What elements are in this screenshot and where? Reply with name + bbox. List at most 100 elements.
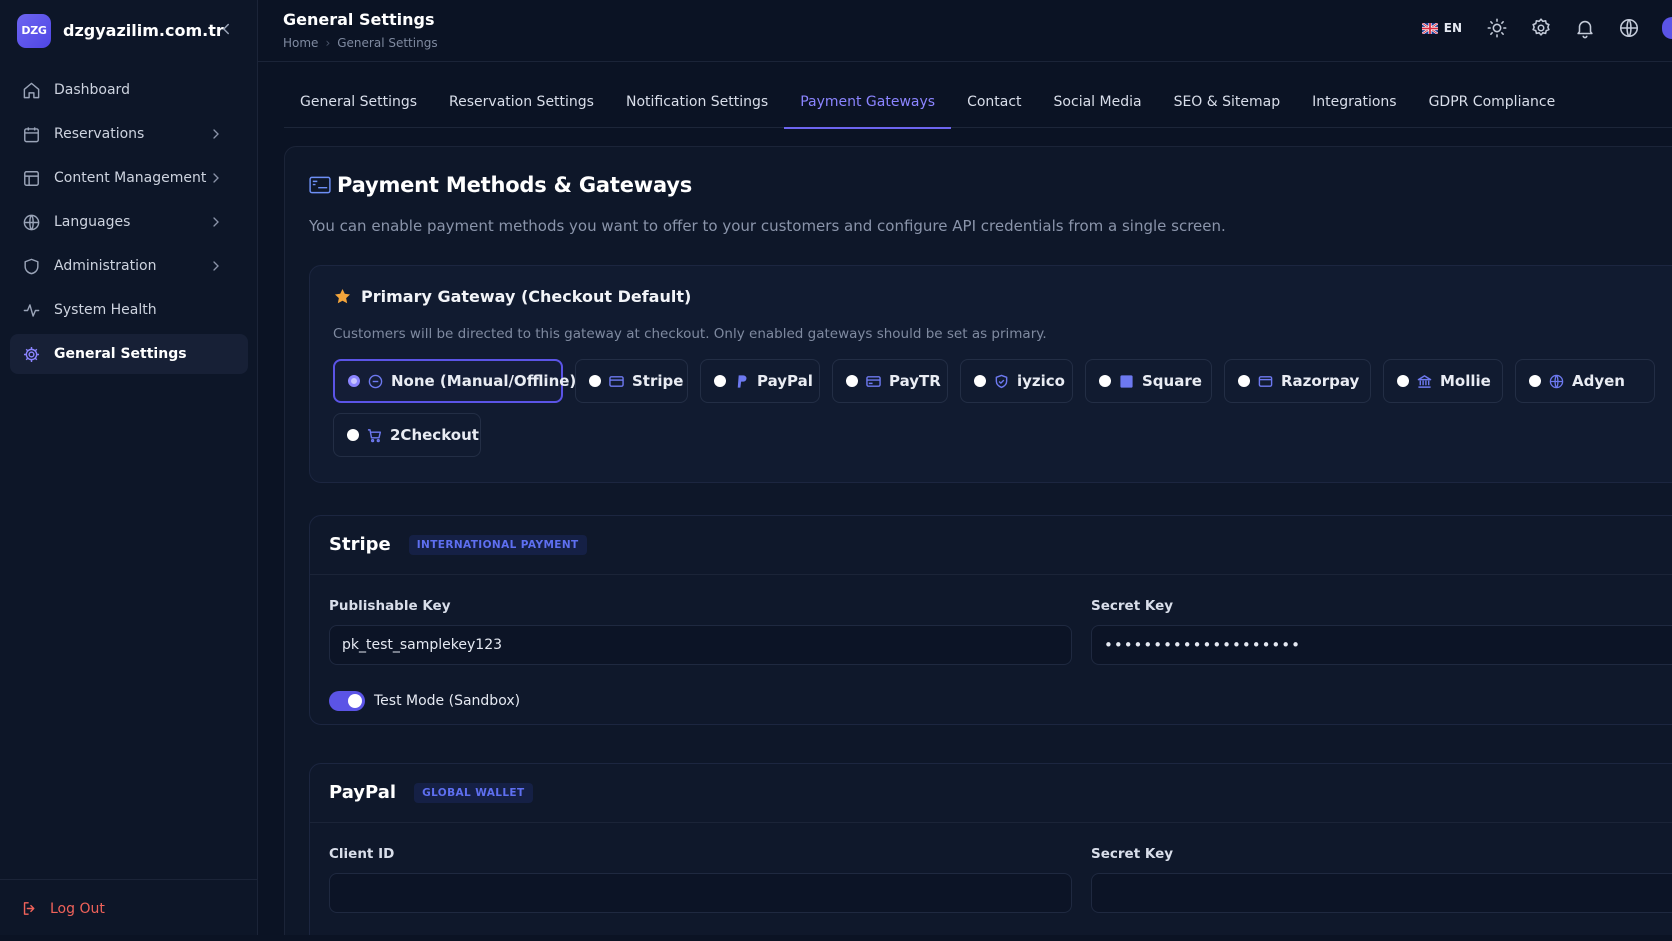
- home-icon: [22, 81, 41, 100]
- client-id-input[interactable]: [329, 873, 1072, 913]
- layout-icon: [22, 169, 41, 188]
- brand-logo: DZG: [17, 13, 51, 48]
- paypal-card-header: PayPal GLOBAL WALLET: [329, 782, 533, 803]
- language-switcher[interactable]: EN: [1421, 21, 1462, 35]
- test-mode-label: Test Mode (Sandbox): [374, 693, 521, 709]
- bottom-edge: [0, 935, 1672, 941]
- tab-general-settings[interactable]: General Settings: [284, 86, 433, 128]
- radio-button[interactable]: [1529, 375, 1541, 387]
- cart-icon: [367, 428, 382, 442]
- breadcrumb: Home › General Settings: [283, 36, 438, 50]
- gateway-option-paytr[interactable]: PayTR: [832, 359, 948, 403]
- radio-button[interactable]: [589, 375, 601, 387]
- brand-name: dzgyazilim.com.tr: [63, 21, 224, 40]
- gateway-option-none[interactable]: None (Manual/Offline): [333, 359, 576, 403]
- paypal-title: PayPal: [329, 782, 397, 803]
- tab-payment-gateways[interactable]: Payment Gateways: [784, 86, 951, 129]
- divider: [310, 574, 1672, 575]
- sidebar-footer: Log Out: [0, 879, 258, 941]
- website-globe-icon[interactable]: [1618, 17, 1640, 39]
- chevron-right-icon: [208, 258, 224, 274]
- primary-gateway-description: Customers will be directed to this gatew…: [333, 326, 1047, 342]
- stripe-gateway-card: Stripe INTERNATIONAL PAYMENT Publishable…: [309, 515, 1672, 725]
- radio-button[interactable]: [347, 429, 359, 441]
- secret-key-input[interactable]: ••••••••••••••••••••: [1091, 625, 1672, 665]
- sidebar-item-label: System Health: [54, 302, 157, 318]
- primary-gateway-header: Primary Gateway (Checkout Default): [333, 287, 691, 306]
- notifications-bell-icon[interactable]: [1574, 17, 1596, 39]
- sidebar-nav: Dashboard Reservations Content Managemen…: [10, 70, 248, 378]
- primary-gateway-panel: Primary Gateway (Checkout Default) Custo…: [309, 265, 1672, 483]
- chevron-right-icon: [208, 126, 224, 142]
- tab-social-media[interactable]: Social Media: [1038, 86, 1158, 128]
- logout-icon: [23, 902, 35, 915]
- gateway-label: 2Checkout: [390, 426, 479, 444]
- tab-gdpr-compliance[interactable]: GDPR Compliance: [1413, 86, 1572, 128]
- breadcrumb-home[interactable]: Home: [283, 36, 318, 50]
- square-icon: [1120, 374, 1133, 388]
- gear-icon: [22, 345, 41, 364]
- sidebar-item-administration[interactable]: Administration: [10, 246, 248, 286]
- stripe-card-header: Stripe INTERNATIONAL PAYMENT: [329, 534, 587, 555]
- gateway-label: None (Manual/Offline): [391, 372, 577, 390]
- gateway-option-paypal[interactable]: PayPal: [700, 359, 820, 403]
- tab-contact[interactable]: Contact: [951, 86, 1037, 128]
- sidebar-item-label: General Settings: [54, 346, 187, 362]
- radio-button[interactable]: [1099, 375, 1111, 387]
- test-mode-toggle[interactable]: [329, 691, 365, 711]
- sidebar-item-dashboard[interactable]: Dashboard: [10, 70, 248, 110]
- stripe-badge: INTERNATIONAL PAYMENT: [408, 534, 587, 555]
- gateway-option-2checkout[interactable]: 2Checkout: [333, 413, 481, 457]
- gateway-option-adyen[interactable]: Adyen: [1515, 359, 1655, 403]
- paypal-secret-key-input[interactable]: [1091, 873, 1672, 913]
- tab-seo-sitemap[interactable]: SEO & Sitemap: [1158, 86, 1297, 128]
- theme-toggle-sun-icon[interactable]: [1486, 17, 1508, 39]
- globe-icon: [1549, 374, 1564, 388]
- tab-reservation-settings[interactable]: Reservation Settings: [433, 86, 610, 128]
- avatar[interactable]: [1662, 17, 1672, 39]
- breadcrumb-separator: ›: [325, 36, 331, 50]
- gateway-option-mollie[interactable]: Mollie: [1383, 359, 1503, 403]
- sidebar-item-reservations[interactable]: Reservations: [10, 114, 248, 154]
- stripe-title: Stripe: [329, 534, 391, 555]
- shield-check-icon: [995, 374, 1008, 388]
- gateway-label: PayTR: [889, 372, 941, 390]
- gateway-label: Adyen: [1572, 372, 1625, 390]
- top-header: General Settings Home › General Settings…: [258, 0, 1672, 62]
- sidebar-item-general-settings[interactable]: General Settings: [10, 334, 248, 374]
- chevron-right-icon: [208, 170, 224, 186]
- sidebar-item-label: Content Management: [54, 170, 207, 186]
- tab-integrations[interactable]: Integrations: [1296, 86, 1412, 128]
- gateway-option-stripe[interactable]: Stripe: [575, 359, 688, 403]
- payment-section-title: Payment Methods & Gateways: [337, 173, 693, 197]
- gateway-option-iyzico[interactable]: iyzico: [960, 359, 1073, 403]
- gateway-label: Mollie: [1440, 372, 1491, 390]
- activity-icon: [22, 301, 41, 320]
- gateway-option-razorpay[interactable]: Razorpay: [1224, 359, 1371, 403]
- radio-button[interactable]: [1238, 375, 1250, 387]
- radio-button[interactable]: [348, 375, 360, 387]
- payment-card-icon: [309, 176, 331, 194]
- radio-button[interactable]: [714, 375, 726, 387]
- publishable-key-label: Publishable Key: [329, 598, 451, 614]
- breadcrumb-current: General Settings: [337, 36, 438, 50]
- header-actions: EN: [1421, 17, 1672, 39]
- paypal-icon: [737, 374, 747, 388]
- sidebar-item-system-health[interactable]: System Health: [10, 290, 248, 330]
- settings-gear-icon[interactable]: [1530, 17, 1552, 39]
- sidebar-item-content-management[interactable]: Content Management: [10, 158, 248, 198]
- gateway-option-square[interactable]: Square: [1085, 359, 1212, 403]
- collapse-sidebar-icon[interactable]: [217, 20, 235, 38]
- radio-button[interactable]: [1397, 375, 1409, 387]
- shield-icon: [22, 257, 41, 276]
- tab-notification-settings[interactable]: Notification Settings: [610, 86, 784, 128]
- paypal-secret-key-label: Secret Key: [1091, 846, 1174, 862]
- gateway-label: PayPal: [757, 372, 813, 390]
- brand[interactable]: DZG dzgyazilim.com.tr: [17, 13, 224, 48]
- radio-button[interactable]: [974, 375, 986, 387]
- radio-button[interactable]: [846, 375, 858, 387]
- chevron-right-icon: [208, 214, 224, 230]
- publishable-key-input[interactable]: pk_test_samplekey123: [329, 625, 1072, 665]
- sidebar-item-languages[interactable]: Languages: [10, 202, 248, 242]
- logout-button[interactable]: Log Out: [21, 900, 105, 917]
